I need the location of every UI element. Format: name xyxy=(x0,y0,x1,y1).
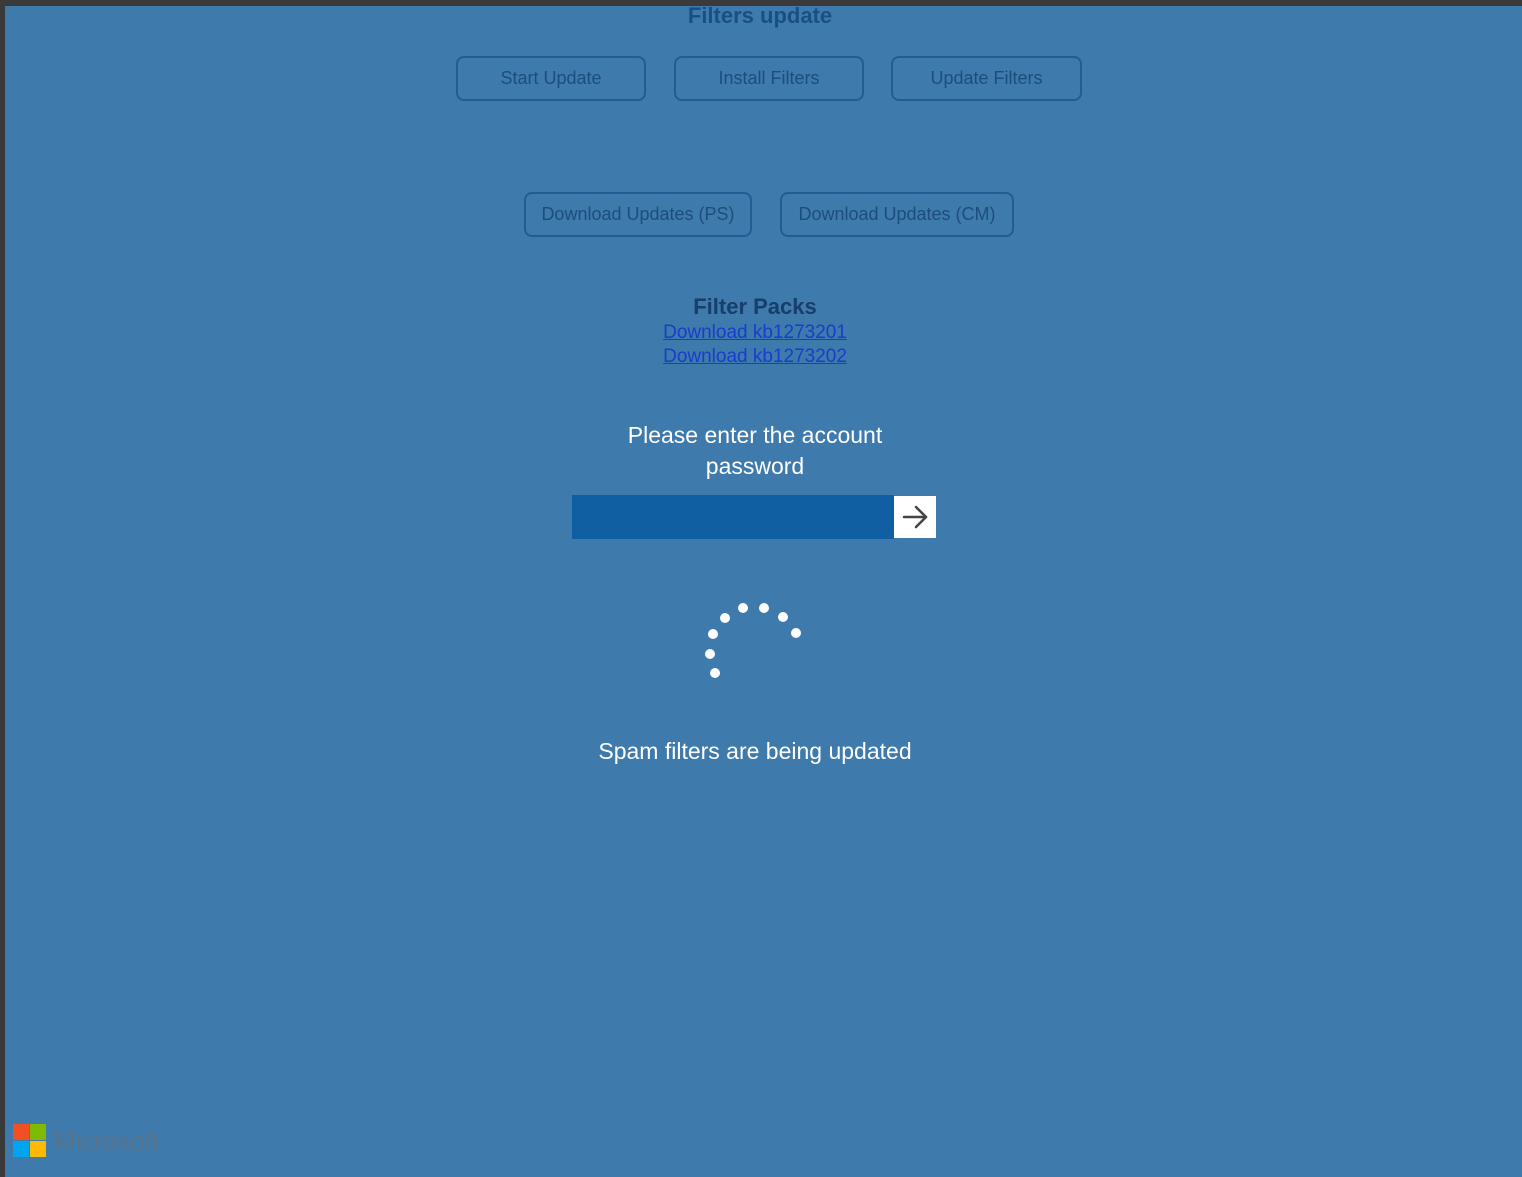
download-kb1273201-link[interactable]: Download kb1273201 xyxy=(5,321,1505,345)
microsoft-wordmark: Microsoft xyxy=(54,1126,160,1156)
page-frame: Filters update Start Update Install Filt… xyxy=(5,6,1522,1177)
status-message: Spam filters are being updated xyxy=(598,738,912,764)
install-filters-button[interactable]: Install Filters xyxy=(674,56,864,101)
microsoft-logo: Microsoft xyxy=(13,1124,183,1158)
password-prompt: Please enter the account password xyxy=(627,422,883,479)
arrow-right-icon xyxy=(902,505,928,529)
password-input[interactable] xyxy=(572,495,894,539)
loading-spinner-icon xyxy=(705,603,801,678)
download-kb1273202-link[interactable]: Download kb1273202 xyxy=(5,345,1505,369)
download-updates-ps-button[interactable]: Download Updates (PS) xyxy=(524,192,752,237)
start-update-button[interactable]: Start Update xyxy=(456,56,646,101)
microsoft-logo-icon xyxy=(13,1124,46,1157)
filter-packs-heading: Filter Packs xyxy=(693,294,817,319)
update-filters-button[interactable]: Update Filters xyxy=(891,56,1082,101)
submit-password-button[interactable] xyxy=(894,496,936,538)
download-updates-cm-button[interactable]: Download Updates (CM) xyxy=(780,192,1014,237)
page-title: Filters update xyxy=(687,6,833,28)
